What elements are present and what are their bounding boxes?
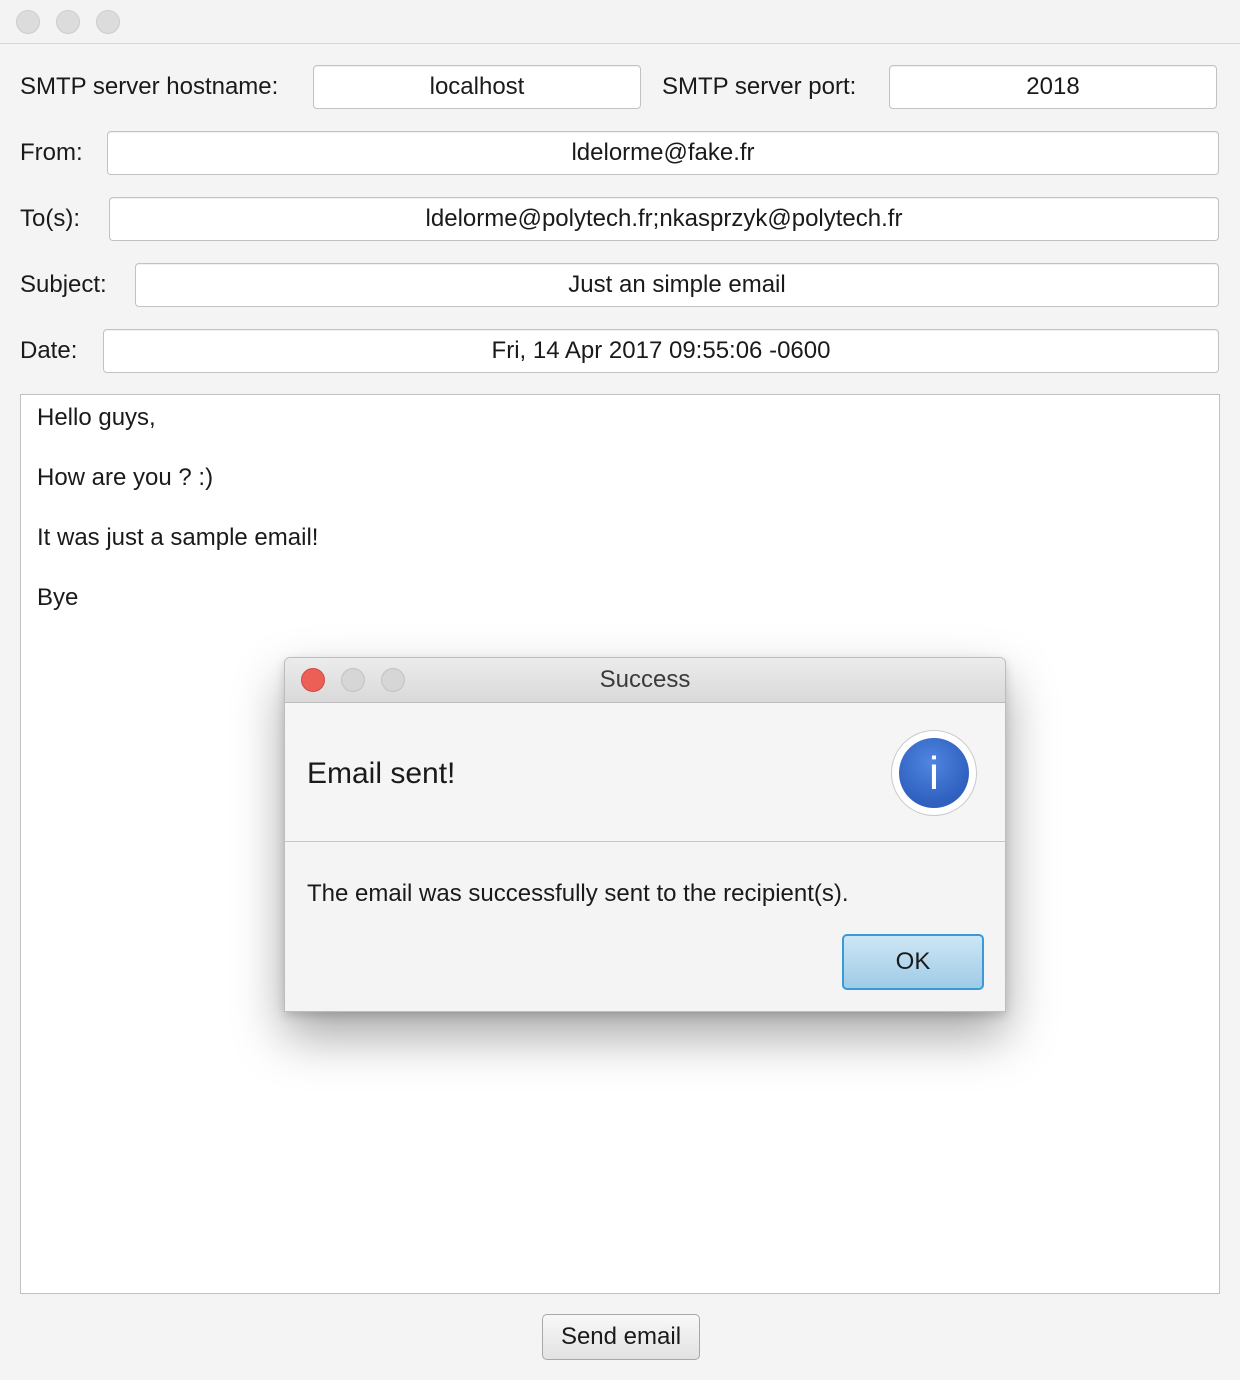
hostname-field[interactable]: localhost	[313, 65, 641, 109]
dialog-header-text: Email sent!	[307, 757, 456, 790]
body-line: Bye	[37, 584, 79, 611]
subject-label: Subject:	[20, 271, 107, 298]
close-window-button[interactable]	[16, 10, 40, 34]
window-titlebar	[0, 0, 1240, 44]
from-field[interactable]: ldelorme@fake.fr	[107, 131, 1219, 175]
to-field[interactable]: ldelorme@polytech.fr;nkasprzyk@polytech.…	[109, 197, 1219, 241]
dialog-title: Success	[599, 666, 691, 693]
date-label: Date:	[20, 337, 78, 364]
body-line: How are you ? :)	[37, 464, 214, 491]
minimize-window-button[interactable]	[56, 10, 80, 34]
subject-field[interactable]: Just an simple email	[135, 263, 1219, 307]
send-email-button[interactable]: Send email	[542, 1314, 700, 1360]
body-line: It was just a sample email!	[37, 524, 319, 551]
from-label: From:	[20, 139, 83, 166]
to-label: To(s):	[20, 205, 80, 232]
body-line: Hello guys,	[37, 404, 156, 431]
hostname-label: SMTP server hostname:	[20, 73, 279, 100]
dialog-content-text: The email was successfully sent to the r…	[307, 880, 849, 907]
port-field[interactable]: 2018	[889, 65, 1217, 109]
date-field[interactable]: Fri, 14 Apr 2017 09:55:06 -0600	[103, 329, 1219, 373]
info-icon-glyph: i	[899, 738, 969, 808]
port-label: SMTP server port:	[662, 73, 857, 100]
success-dialog: Success Email sent! i The email was succ…	[284, 657, 1006, 1012]
dialog-titlebar: Success	[285, 658, 1005, 703]
dialog-header: Email sent! i	[285, 703, 1005, 842]
info-icon: i	[891, 730, 977, 816]
zoom-window-button[interactable]	[96, 10, 120, 34]
ok-button[interactable]: OK	[842, 934, 984, 990]
